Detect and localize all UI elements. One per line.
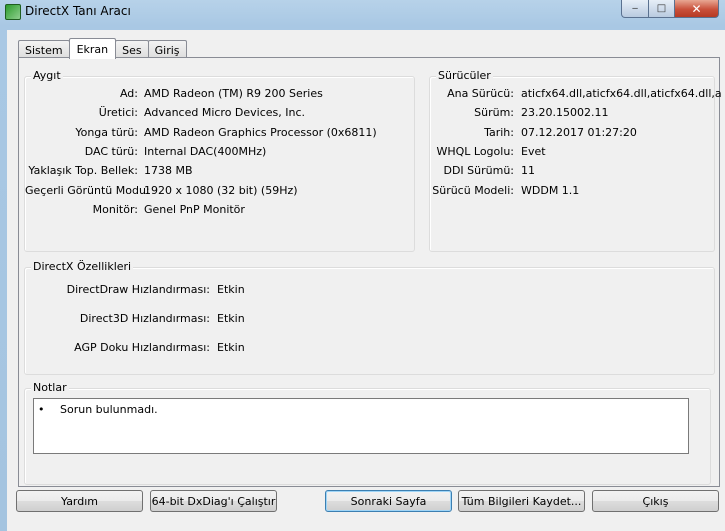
device-row-dac: DAC türü: Internal DAC(400MHz): [25, 145, 414, 161]
save-all-info-button[interactable]: Tüm Bilgileri Kaydet...: [458, 490, 585, 512]
maximize-button[interactable]: □: [649, 0, 675, 18]
directx-app-icon: [5, 4, 21, 20]
device-dac-value: Internal DAC(400MHz): [144, 145, 267, 158]
tab-label: Sistem: [25, 43, 63, 57]
tab-label: Ekran: [76, 42, 109, 56]
device-row-memory: Yaklaşık Top. Bellek: 1738 MB: [25, 164, 414, 180]
save-all-info-label: Tüm Bilgileri Kaydet...: [461, 494, 582, 508]
notes-group: Notlar • Sorun bulunmadı.: [24, 381, 711, 485]
device-row-monitor: Monitör: Genel PnP Monitör: [25, 203, 414, 219]
driver-model-label: Sürücü Modeli:: [432, 184, 514, 197]
note-text: Sorun bulunmadı.: [60, 403, 158, 416]
driver-version-value: 23.20.15002.11: [521, 106, 609, 119]
close-button[interactable]: ✕: [675, 0, 719, 18]
device-group-title: Aygıt: [31, 69, 63, 82]
device-monitor-label: Monitör:: [92, 203, 138, 216]
window-title: DirectX Tanı Aracı: [25, 4, 131, 18]
directx-features-group: DirectX Özellikleri DirectDraw Hızlandır…: [24, 260, 715, 375]
feature-direct3d-value: Etkin: [217, 312, 245, 325]
device-name-label: Ad:: [119, 87, 138, 100]
help-button-label: Yardım: [60, 494, 99, 508]
note-bullet: •: [38, 403, 45, 416]
feature-row-directdraw: DirectDraw Hızlandırması: Etkin: [25, 283, 714, 299]
exit-button-label: Çıkış: [642, 494, 669, 508]
driver-row-main: Ana Sürücü: aticfx64.dll,aticfx64.dll,at…: [430, 87, 722, 103]
feature-row-direct3d: Direct3D Hızlandırması: Etkin: [25, 312, 714, 328]
feature-agp-value: Etkin: [217, 341, 245, 354]
tab-label: Giriş: [154, 43, 180, 57]
close-icon: ✕: [691, 1, 702, 16]
device-manufacturer-label: Üretici:: [98, 106, 138, 119]
feature-row-agp: AGP Doku Hızlandırması: Etkin: [25, 341, 714, 357]
run-64bit-dxdiag-button[interactable]: 64-bit DxDiag'ı Çalıştır: [150, 490, 277, 512]
tab-ekran[interactable]: Ekran: [68, 38, 117, 59]
device-mode-value: 1920 x 1080 (32 bit) (59Hz): [144, 184, 298, 197]
device-memory-value: 1738 MB: [144, 164, 193, 177]
device-chip-label: Yonga türü:: [75, 126, 138, 139]
driver-row-model: Sürücü Modeli: WDDM 1.1: [430, 184, 714, 200]
tab-label: Ses: [122, 43, 142, 57]
help-button[interactable]: Yardım: [16, 490, 143, 512]
feature-agp-label: AGP Doku Hızlandırması:: [74, 341, 210, 354]
device-row-chip: Yonga türü: AMD Radeon Graphics Processo…: [25, 126, 414, 142]
device-row-name: Ad: AMD Radeon (TM) R9 200 Series: [25, 87, 414, 103]
device-dac-label: DAC türü:: [84, 145, 138, 158]
device-monitor-value: Genel PnP Monitör: [144, 203, 245, 216]
caption-buttons: ‒ □ ✕: [621, 0, 719, 18]
device-group: Aygıt Ad: AMD Radeon (TM) R9 200 Series …: [24, 69, 415, 252]
client-area: Sistem Ekran Ses Giriş Aygıt Ad: AMD Rad…: [7, 30, 725, 531]
device-mode-label: Geçerli Görüntü Modu:: [25, 184, 150, 197]
driver-row-ddi: DDI Sürümü: 11: [430, 164, 714, 180]
device-chip-value: AMD Radeon Graphics Processor (0x6811): [144, 126, 377, 139]
driver-row-date: Tarih: 07.12.2017 01:27:20: [430, 126, 714, 142]
driver-whql-value: Evet: [521, 145, 546, 158]
driver-whql-label: WHQL Logolu:: [436, 145, 514, 158]
driver-row-whql: WHQL Logolu: Evet: [430, 145, 714, 161]
feature-directdraw-label: DirectDraw Hızlandırması:: [66, 283, 210, 296]
driver-date-value: 07.12.2017 01:27:20: [521, 126, 637, 139]
feature-direct3d-label: Direct3D Hızlandırması:: [79, 312, 210, 325]
device-name-value: AMD Radeon (TM) R9 200 Series: [144, 87, 323, 100]
driver-date-label: Tarih:: [484, 126, 514, 139]
title-bar[interactable]: DirectX Tanı Aracı ‒ □ ✕: [0, 0, 725, 24]
minimize-button[interactable]: ‒: [621, 0, 649, 18]
maximize-icon: □: [656, 3, 667, 14]
tab-panel-ekran: Aygıt Ad: AMD Radeon (TM) R9 200 Series …: [18, 57, 722, 487]
driver-version-label: Sürüm:: [474, 106, 514, 119]
tab-strip: Sistem Ekran Ses Giriş: [18, 38, 187, 59]
driver-main-label: Ana Sürücü:: [447, 87, 514, 100]
next-page-button[interactable]: Sonraki Sayfa: [325, 490, 452, 512]
device-memory-label: Yaklaşık Top. Bellek:: [28, 164, 138, 177]
app-window: DirectX Tanı Aracı ‒ □ ✕ Sistem Ekran Se…: [0, 0, 725, 531]
driver-main-value: aticfx64.dll,aticfx64.dll,aticfx64.dll,a: [521, 87, 722, 100]
minimize-icon: ‒: [631, 3, 639, 14]
notes-textbox[interactable]: • Sorun bulunmadı.: [33, 398, 689, 454]
features-group-title: DirectX Özellikleri: [31, 260, 134, 273]
next-page-label: Sonraki Sayfa: [350, 494, 427, 508]
run-64bit-dxdiag-label: 64-bit DxDiag'ı Çalıştır: [151, 494, 276, 508]
exit-button[interactable]: Çıkış: [592, 490, 719, 512]
device-row-mode: Geçerli Görüntü Modu: 1920 x 1080 (32 bi…: [25, 184, 414, 200]
driver-row-version: Sürüm: 23.20.15002.11: [430, 106, 714, 122]
device-manufacturer-value: Advanced Micro Devices, Inc.: [144, 106, 306, 119]
notes-group-title: Notlar: [31, 381, 69, 394]
feature-directdraw-value: Etkin: [217, 283, 245, 296]
driver-model-value: WDDM 1.1: [521, 184, 580, 197]
device-row-manufacturer: Üretici: Advanced Micro Devices, Inc.: [25, 106, 414, 122]
driver-ddi-label: DDI Sürümü:: [443, 164, 514, 177]
drivers-group: Sürücüler Ana Sürücü: aticfx64.dll,aticf…: [429, 69, 722, 252]
driver-ddi-value: 11: [521, 164, 535, 177]
drivers-group-title: Sürücüler: [436, 69, 493, 82]
